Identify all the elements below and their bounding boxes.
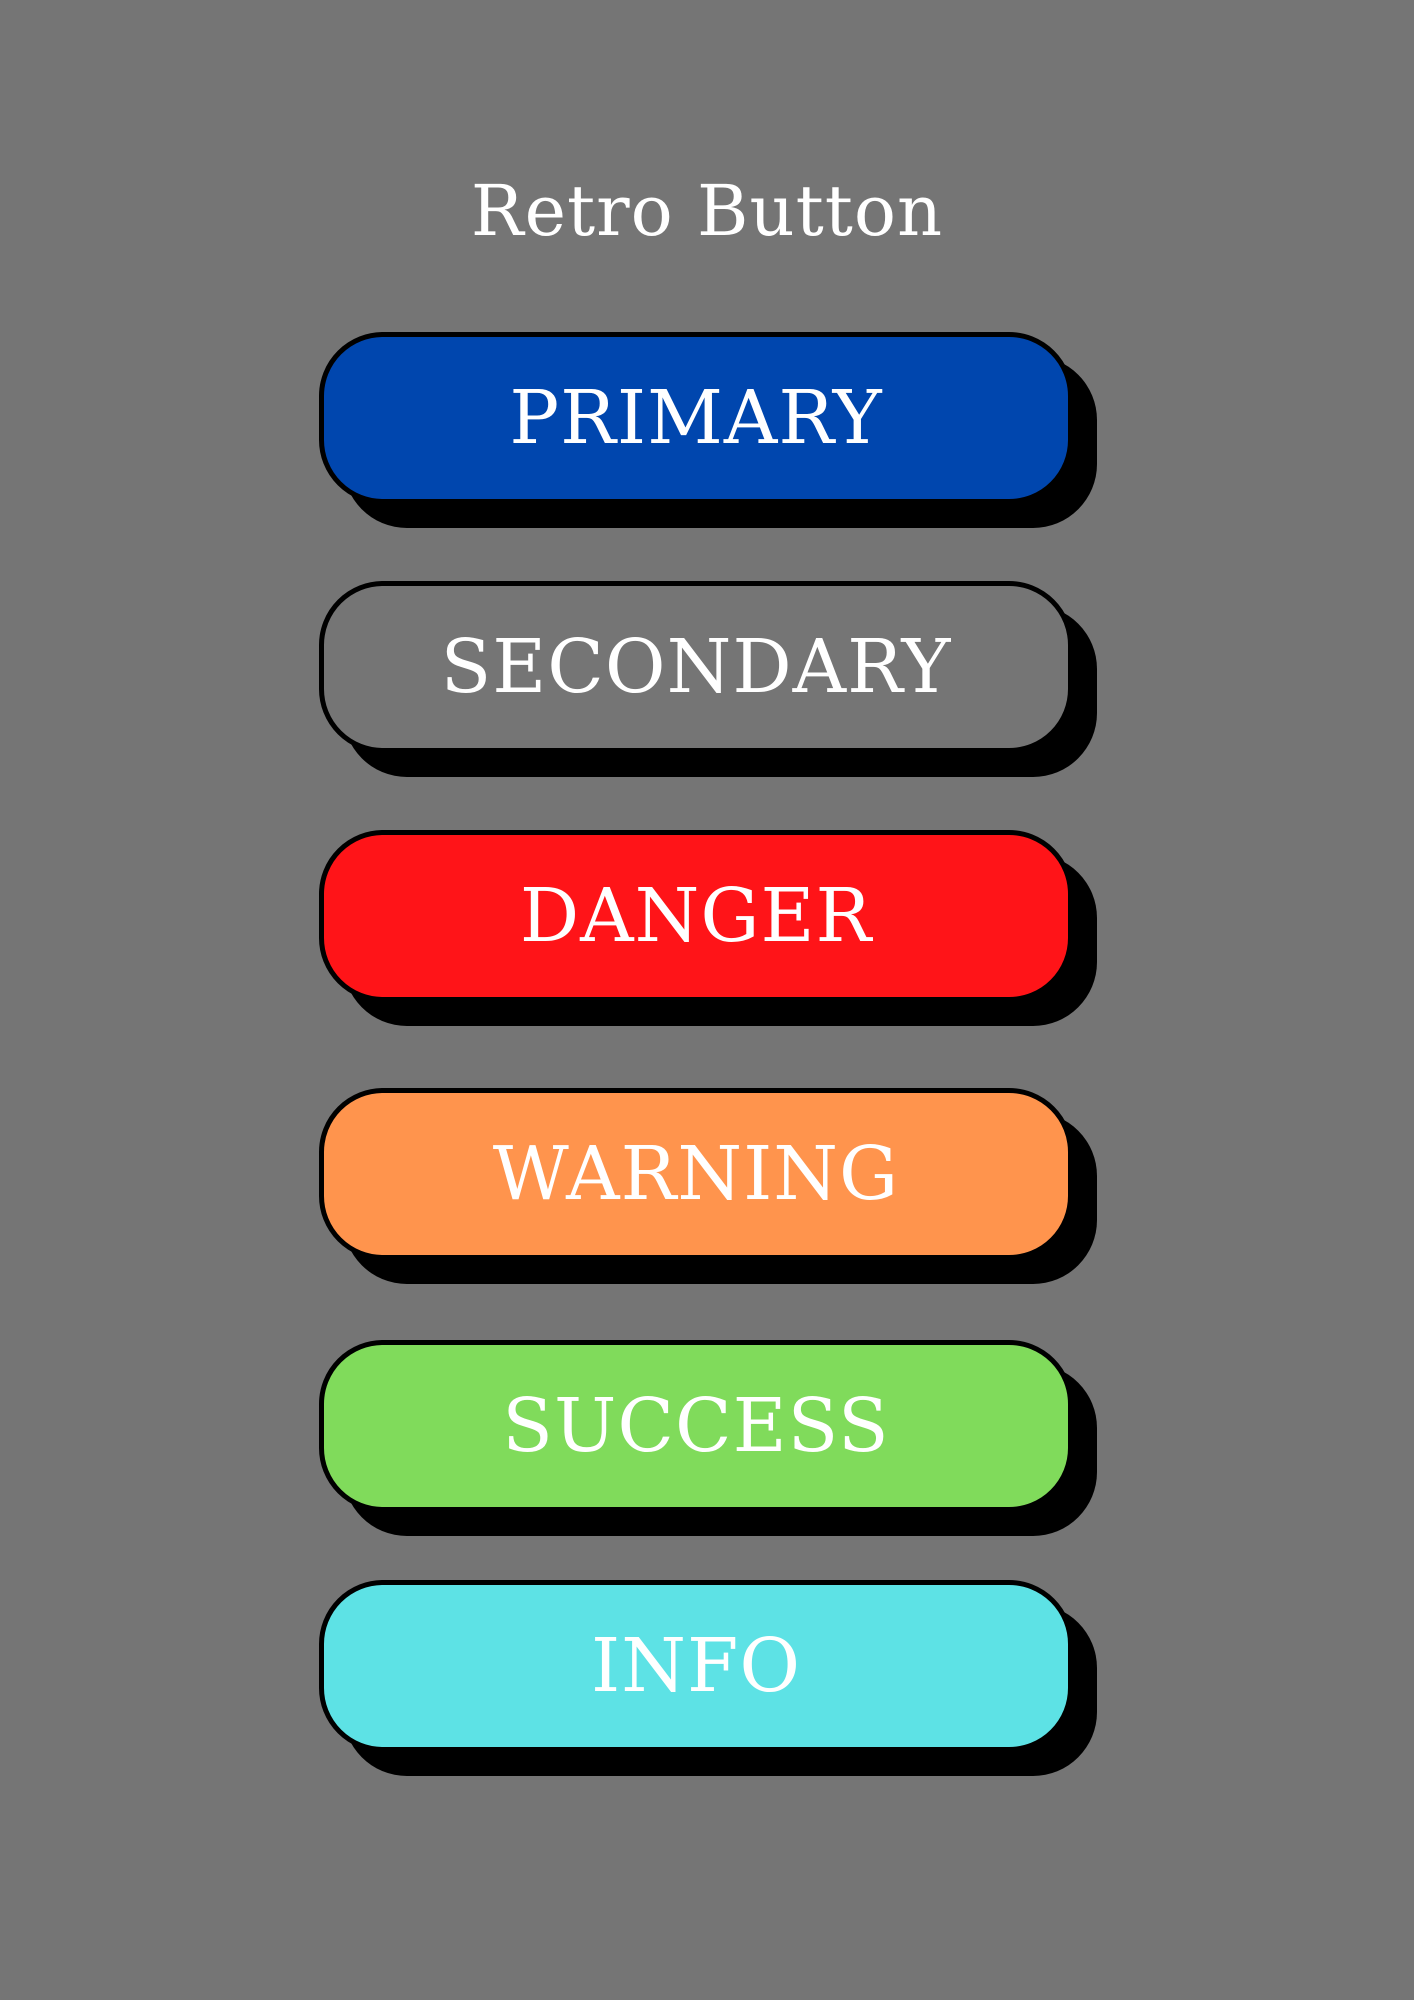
info-button[interactable]: INFO	[319, 1580, 1073, 1752]
info-button-label: INFO	[591, 1623, 801, 1709]
success-button-label: SUCCESS	[502, 1383, 890, 1469]
danger-button-label: DANGER	[519, 873, 873, 959]
secondary-button[interactable]: SECONDARY	[319, 581, 1073, 753]
secondary-button-label: SECONDARY	[440, 624, 952, 710]
success-button[interactable]: SUCCESS	[319, 1340, 1073, 1512]
primary-button[interactable]: PRIMARY	[319, 332, 1073, 504]
page: Retro Button PRIMARY SECONDARY DANGER WA…	[0, 0, 1414, 2000]
warning-button[interactable]: WARNING	[319, 1088, 1073, 1260]
page-title: Retro Button	[470, 170, 944, 252]
danger-button[interactable]: DANGER	[319, 830, 1073, 1002]
warning-button-label: WARNING	[492, 1131, 900, 1217]
primary-button-label: PRIMARY	[509, 375, 883, 461]
